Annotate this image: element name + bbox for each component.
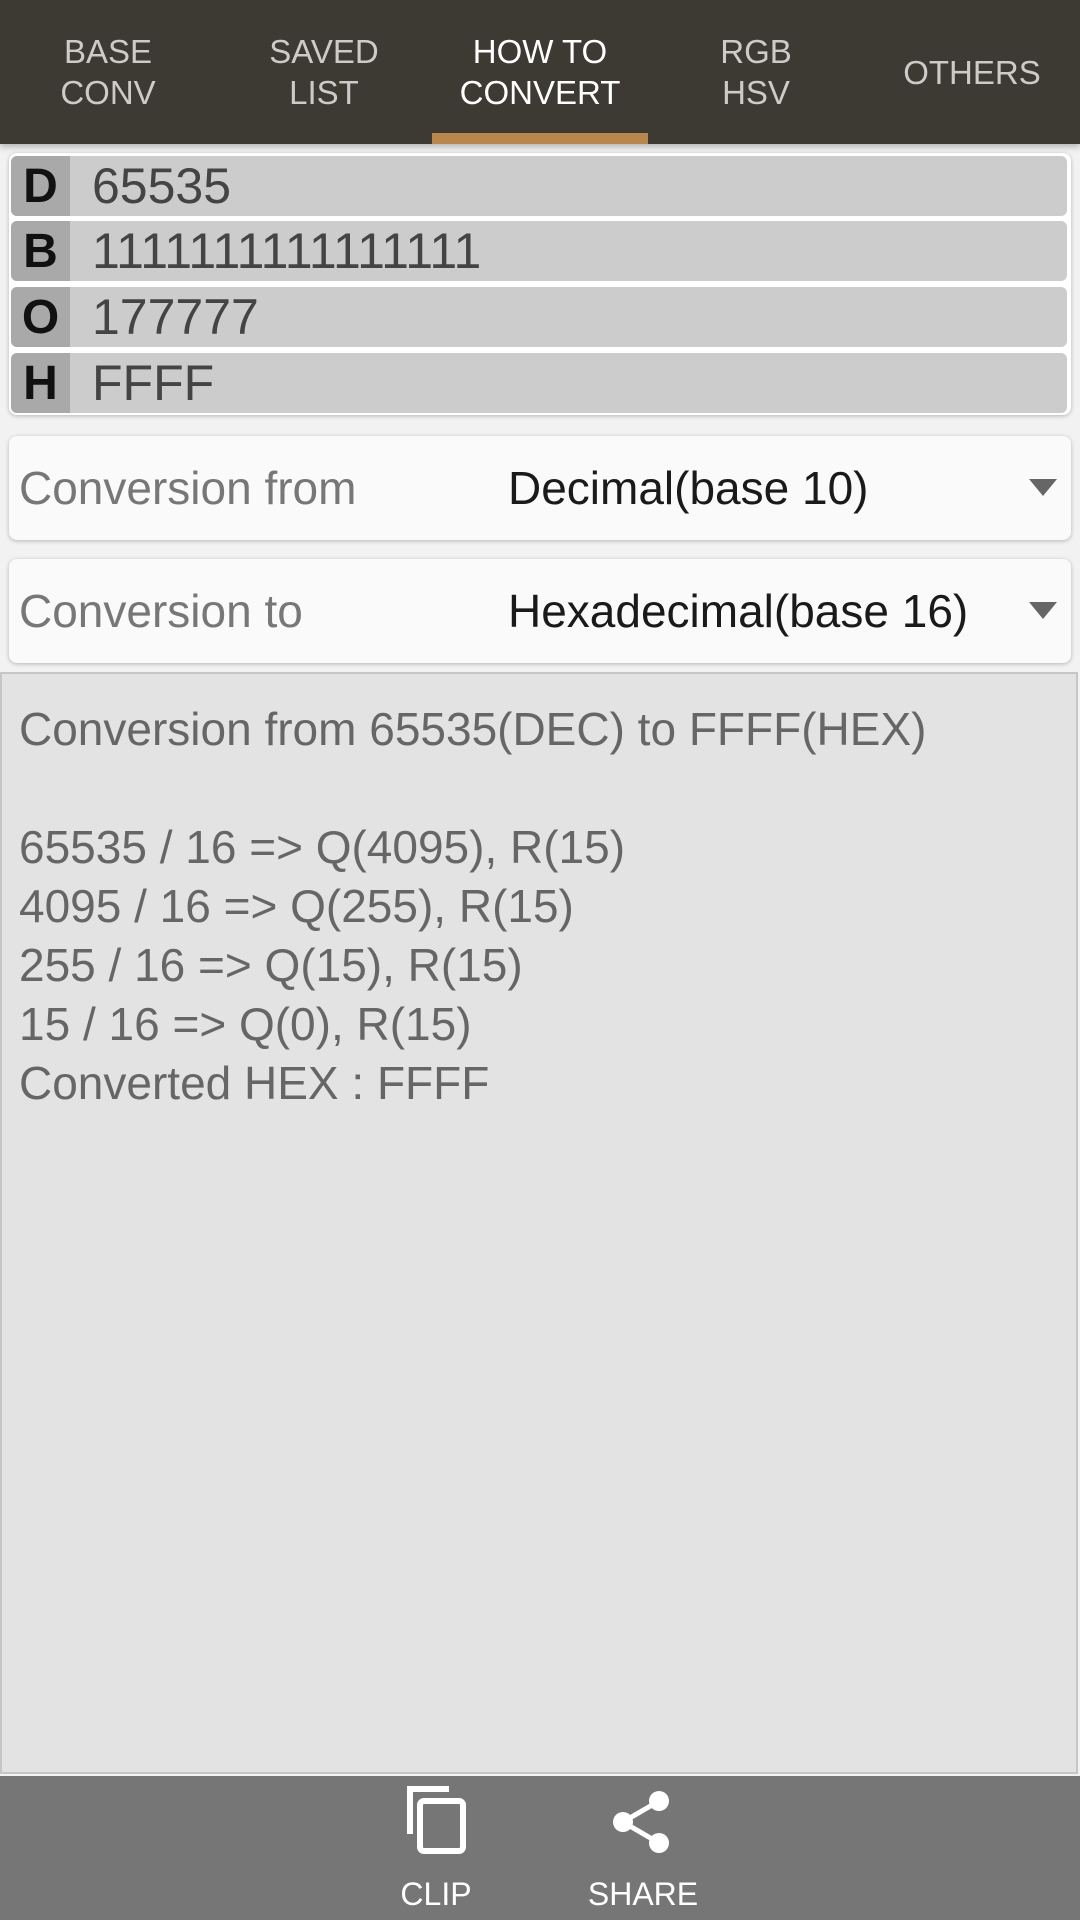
tab-label-line2: CONVERT (459, 74, 621, 111)
conversion-from-dropdown[interactable]: Conversion from Decimal(base 10) (9, 436, 1071, 540)
conversion-to-dropdown[interactable]: Conversion to Hexadecimal(base 16) (9, 559, 1071, 663)
tab-label-line2: HSV (722, 74, 790, 111)
tab-rgb-hsv[interactable]: RGB HSV (648, 0, 864, 144)
explanation-step: 65535 / 16 => Q(4095), R(15) (19, 821, 626, 873)
tab-saved-list[interactable]: SAVED LIST (216, 0, 432, 144)
tab-label-line1: SAVED (269, 33, 379, 70)
octal-row[interactable]: O 177777 (11, 287, 1067, 347)
clip-label: CLIP (400, 1876, 472, 1912)
hex-row[interactable]: H FFFF (11, 353, 1067, 413)
share-label: SHARE (587, 1876, 699, 1912)
decimal-row[interactable]: D 65535 (11, 156, 1067, 216)
explanation-title: Conversion from 65535(DEC) to FFFF(HEX) (19, 703, 927, 755)
tab-label-line1: OTHERS (903, 53, 1041, 91)
bottom-action-bar: CLIP SHARE (0, 1776, 1080, 1920)
hex-tag: H (11, 353, 70, 413)
copy-icon (407, 1786, 466, 1854)
tab-label-line1: HOW TO (472, 33, 608, 70)
binary-tag: B (11, 221, 70, 281)
base-values-card: D 65535 B 1111111111111111 O 177777 H FF… (9, 153, 1071, 415)
binary-value[interactable]: 1111111111111111 (70, 222, 481, 280)
conversion-explanation: Conversion from 65535(DEC) to FFFF(HEX) … (0, 672, 1078, 1774)
octal-tag: O (11, 287, 70, 347)
conversion-to-label: Conversion to (19, 585, 303, 637)
conversion-from-value[interactable]: Decimal(base 10) (508, 461, 868, 515)
share-icon (613, 1791, 669, 1853)
clip-button[interactable]: CLIP (361, 1776, 511, 1920)
decimal-tag: D (11, 156, 70, 216)
tab-bar: BASE CONV SAVED LIST HOW TO CONVERT RGB HSV … (0, 0, 1080, 144)
tab-base-conv[interactable]: BASE CONV (0, 0, 216, 144)
hex-value[interactable]: FFFF (70, 354, 214, 412)
conversion-to-value[interactable]: Hexadecimal(base 16) (508, 584, 968, 638)
explanation-step: 4095 / 16 => Q(255), R(15) (19, 880, 574, 932)
dropdown-arrow-icon[interactable] (1029, 602, 1057, 619)
dropdown-arrow-icon[interactable] (1029, 479, 1057, 496)
tab-others[interactable]: OTHERS (864, 0, 1080, 144)
tab-label-line1: BASE (63, 33, 153, 70)
tab-how-to-convert[interactable]: HOW TO CONVERT (432, 0, 648, 144)
binary-row[interactable]: B 1111111111111111 (11, 221, 1067, 281)
tab-label-line2: LIST (289, 74, 359, 111)
explanation-step: 255 / 16 => Q(15), R(15) (19, 939, 523, 991)
tab-label-line2: CONV (60, 74, 156, 111)
conversion-from-label: Conversion from (19, 462, 357, 514)
tab-label-line1: RGB (720, 33, 792, 70)
octal-value[interactable]: 177777 (70, 288, 259, 346)
explanation-step: 15 / 16 => Q(0), R(15) (19, 998, 472, 1050)
active-tab-indicator (432, 133, 648, 144)
decimal-value[interactable]: 65535 (70, 157, 231, 215)
share-button[interactable]: SHARE (568, 1776, 718, 1920)
explanation-result: Converted HEX : FFFF (19, 1057, 490, 1109)
